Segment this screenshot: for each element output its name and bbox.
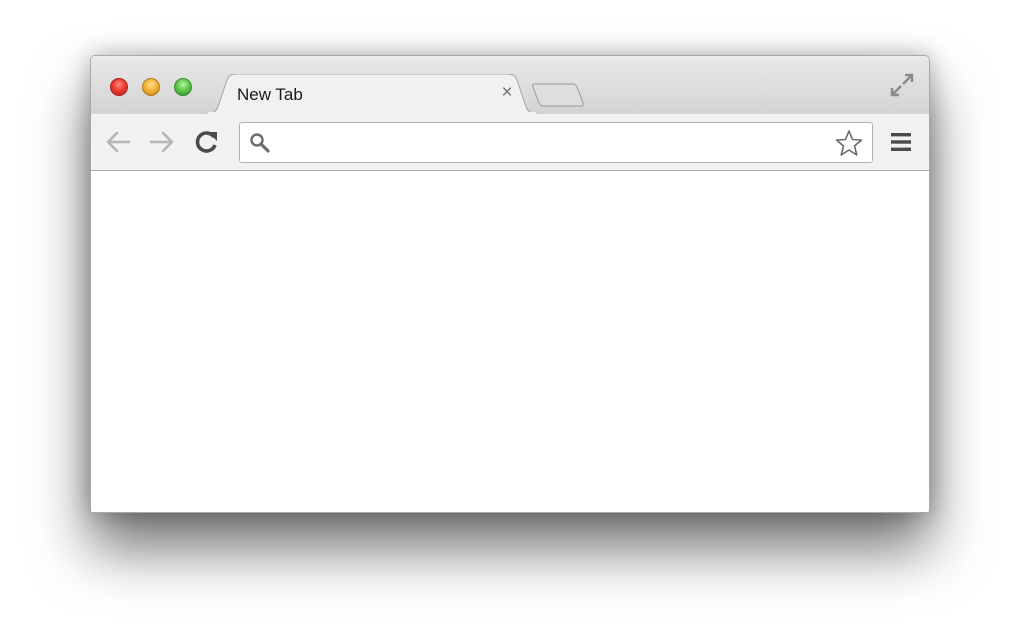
forward-arrow-icon[interactable] — [147, 128, 177, 156]
star-icon[interactable] — [834, 129, 864, 157]
browser-window: New Tab × — [90, 55, 930, 513]
page-content — [91, 171, 929, 512]
omnibox[interactable] — [239, 122, 873, 163]
close-window-button[interactable] — [110, 78, 128, 96]
tab-new-tab[interactable]: New Tab × — [207, 74, 537, 114]
desktop-background: New Tab × — [0, 0, 1020, 638]
fullscreen-icon[interactable] — [889, 72, 915, 98]
reload-icon[interactable] — [192, 128, 222, 156]
minimize-window-button[interactable] — [142, 78, 160, 96]
tab-title: New Tab — [237, 85, 303, 104]
search-icon — [250, 133, 270, 153]
browser-toolbar — [91, 114, 929, 171]
hamburger-menu-icon[interactable] — [889, 130, 913, 154]
new-tab-icon[interactable] — [531, 82, 587, 108]
title-bar: New Tab × — [91, 56, 929, 114]
back-arrow-icon[interactable] — [103, 128, 133, 156]
tab-close-icon[interactable]: × — [497, 82, 517, 104]
address-input[interactable] — [282, 129, 826, 158]
zoom-window-button[interactable] — [174, 78, 192, 96]
